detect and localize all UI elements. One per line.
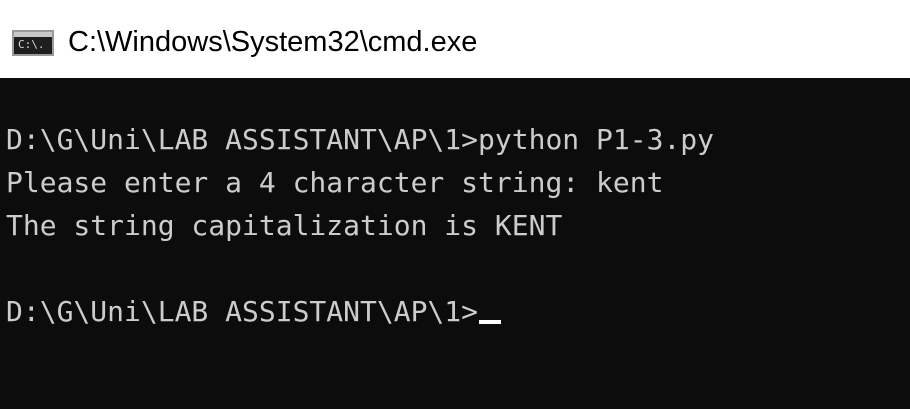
- prompt-text: D:\G\Uni\LAB ASSISTANT\AP\1>: [6, 295, 479, 328]
- window-title: C:\Windows\System32\cmd.exe: [68, 26, 478, 58]
- text-cursor: [479, 320, 502, 324]
- cmd-icon-header: [14, 32, 52, 37]
- titlebar[interactable]: C:\. C:\Windows\System32\cmd.exe: [0, 0, 910, 78]
- console-current-prompt[interactable]: D:\G\Uni\LAB ASSISTANT\AP\1>: [6, 294, 502, 330]
- console-line-command: D:\G\Uni\LAB ASSISTANT\AP\1>python P1-3.…: [6, 123, 715, 156]
- cmd-icon[interactable]: C:\.: [12, 30, 54, 56]
- command-prompt-window: C:\. C:\Windows\System32\cmd.exe D:\G\Un…: [0, 0, 910, 409]
- console-output[interactable]: D:\G\Uni\LAB ASSISTANT\AP\1>python P1-3.…: [0, 78, 910, 409]
- console-line-result: The string capitalization is KENT: [6, 209, 563, 242]
- console-line-prompt-input: Please enter a 4 character string: kent: [6, 166, 664, 199]
- cmd-icon-text: C:\.: [18, 38, 45, 51]
